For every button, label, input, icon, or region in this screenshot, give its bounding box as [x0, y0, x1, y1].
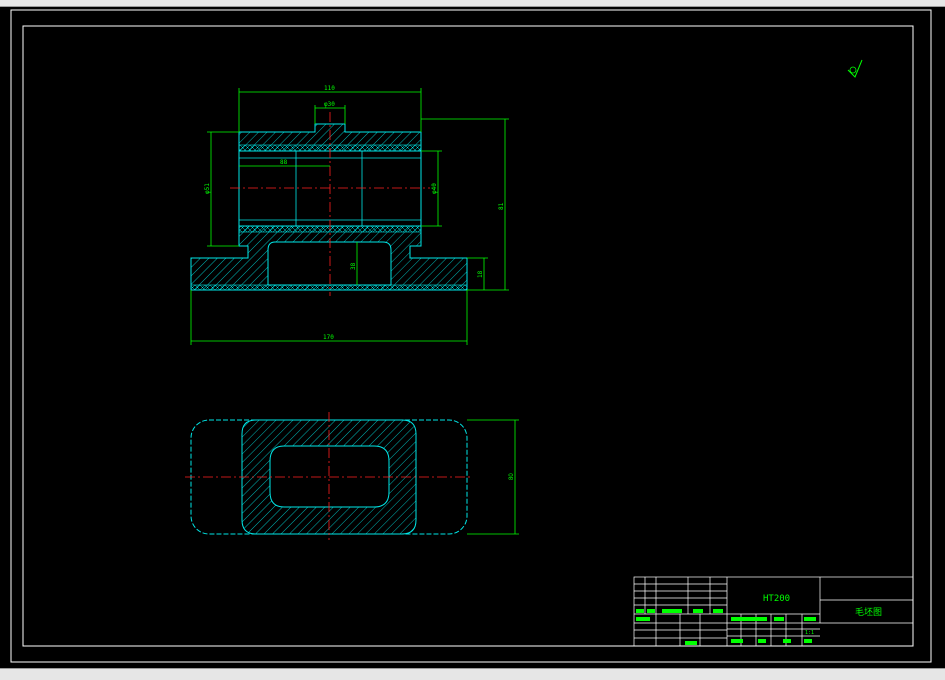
dim-plan-height: 80	[509, 473, 515, 480]
cad-drawing-canvas: 110 φ30 88 φ40 φ51 81 38 18 170 80 HT200…	[10, 9, 932, 663]
plan-view	[185, 412, 472, 540]
front-pocket	[267, 241, 392, 286]
window-bottom-bar	[0, 668, 945, 680]
title-block-material: HT200	[763, 594, 790, 604]
outer-border	[10, 9, 932, 663]
dim-inner-dia: φ40	[431, 183, 438, 194]
dim-base-width: 170	[323, 334, 334, 341]
dim-bore-depth: 88	[280, 159, 288, 166]
surface-finish-symbol	[847, 59, 863, 78]
dim-base-height: 18	[477, 270, 484, 278]
dim-left-dia: φ51	[204, 183, 211, 194]
title-block-labels	[636, 609, 816, 645]
dim-total-height: 81	[498, 202, 505, 210]
front-view	[190, 112, 468, 296]
dim-top-width: 110	[324, 85, 335, 92]
dim-boss-width: φ30	[324, 101, 335, 108]
title-block-scale-value: 1:1	[805, 630, 814, 636]
dim-pocket-height: 38	[350, 262, 357, 270]
title-block-drawing-title: 毛坯图	[855, 606, 882, 618]
